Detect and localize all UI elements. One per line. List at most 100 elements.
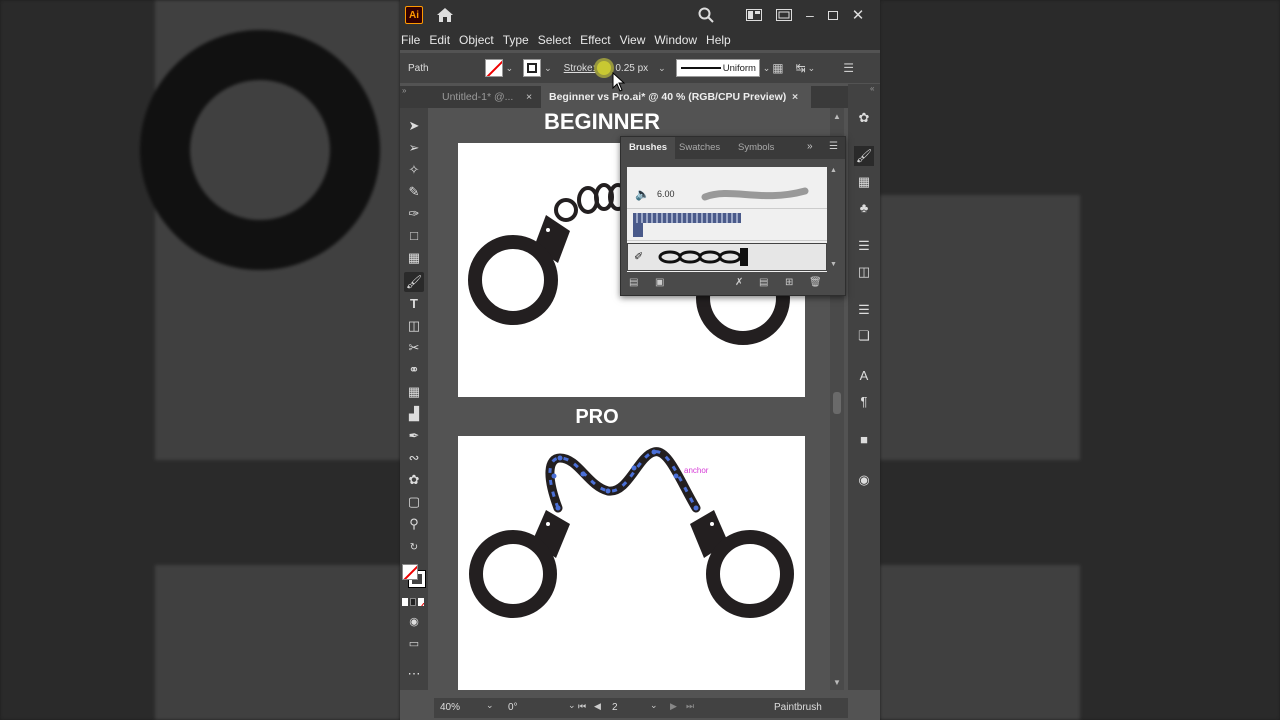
scroll-up-icon[interactable]: ▲: [833, 112, 841, 121]
stroke-weight-stepper[interactable]: [597, 61, 612, 75]
tab-swatches[interactable]: Swatches: [679, 137, 720, 159]
menu-view[interactable]: View: [620, 33, 646, 47]
character-panel-icon[interactable]: A: [854, 366, 874, 386]
fill-swatch[interactable]: [484, 59, 503, 77]
align-panel-icon[interactable]: ◫: [854, 262, 874, 282]
control-menu-icon[interactable]: ☰: [843, 61, 854, 75]
brush-list[interactable]: 🔈 6.00 ✐: [627, 167, 827, 272]
brush-item-chain-selected[interactable]: ✐: [627, 243, 827, 271]
chevron-down-icon[interactable]: ⌄: [544, 63, 552, 74]
blend-tool-icon[interactable]: ∾: [404, 448, 424, 468]
shape-builder-tool-icon[interactable]: ⚭: [404, 360, 424, 380]
draw-mode-icon[interactable]: ◉: [404, 612, 424, 632]
scissors-tool-icon[interactable]: ✂: [404, 338, 424, 358]
chevron-down-icon[interactable]: ⌄: [763, 63, 771, 74]
libraries-panel-icon[interactable]: ▣: [655, 277, 664, 288]
menu-file[interactable]: File: [401, 33, 420, 47]
layers-panel-icon[interactable]: ☰: [854, 300, 874, 320]
variable-width-profile[interactable]: Uniform: [675, 59, 760, 77]
scroll-up-icon[interactable]: ▲: [830, 167, 837, 174]
last-artboard-icon[interactable]: ⏭: [686, 701, 694, 712]
menu-effect[interactable]: Effect: [580, 33, 610, 47]
stroke-link[interactable]: Stroke:: [564, 63, 596, 74]
zoom-tool-icon[interactable]: ⚲: [404, 514, 424, 534]
close-icon[interactable]: ×: [526, 86, 532, 108]
fill-stroke-widget[interactable]: [402, 564, 426, 588]
curvature-tool-icon[interactable]: ✑: [404, 204, 424, 224]
new-brush-icon[interactable]: ⊞: [785, 277, 793, 288]
brush-item-pattern[interactable]: [627, 209, 827, 241]
slice-tool-icon[interactable]: ▢: [404, 492, 424, 512]
pen-tool-icon[interactable]: ✎: [404, 182, 424, 202]
close-icon[interactable]: ×: [792, 86, 798, 108]
artboards-panel-icon[interactable]: ❏: [854, 326, 874, 346]
rectangle-tool-icon[interactable]: □: [404, 226, 424, 246]
prev-artboard-icon[interactable]: ◀: [594, 701, 601, 712]
scale-tool-icon[interactable]: ◫: [404, 316, 424, 336]
brush-options-icon[interactable]: ▤: [759, 277, 768, 288]
type-tool-icon[interactable]: T: [404, 294, 424, 314]
collapse-panel-icon[interactable]: »: [402, 86, 406, 95]
stroke-swatch[interactable]: [523, 59, 542, 77]
menu-window[interactable]: Window: [654, 33, 697, 47]
tab-brushes[interactable]: Brushes: [621, 137, 676, 159]
panel-menu-icon[interactable]: ☰: [829, 141, 838, 152]
direct-selection-tool-icon[interactable]: ➢: [404, 138, 424, 158]
menu-help[interactable]: Help: [706, 33, 731, 47]
brushes-panel-icon[interactable]: 🖌: [854, 146, 874, 166]
eyedropper-tool-icon[interactable]: ✒: [404, 426, 424, 446]
menu-type[interactable]: Type: [503, 33, 529, 47]
swatches-panel-icon[interactable]: ▦: [854, 172, 874, 192]
search-icon[interactable]: [698, 7, 714, 23]
symbol-sprayer-tool-icon[interactable]: ✿: [404, 470, 424, 490]
paragraph-panel-icon[interactable]: ¶: [854, 392, 874, 412]
tab-symbols[interactable]: Symbols: [738, 137, 774, 159]
remove-brush-stroke-icon[interactable]: ✗: [735, 277, 743, 288]
screen-mode-icon[interactable]: [776, 9, 792, 21]
scroll-down-icon[interactable]: ▼: [830, 261, 837, 268]
swap-fill-stroke-icon[interactable]: ↻: [404, 538, 424, 558]
menu-select[interactable]: Select: [538, 33, 571, 47]
next-artboard-icon[interactable]: ▶: [670, 701, 677, 712]
chevron-down-icon[interactable]: ⌄: [506, 63, 514, 74]
tab-beginner-vs-pro[interactable]: Beginner vs Pro.ai* @ 40 % (RGB/CPU Prev…: [541, 86, 811, 108]
chevron-down-icon[interactable]: ⌄: [568, 700, 576, 711]
home-icon[interactable]: [436, 7, 454, 23]
artboard-number[interactable]: 2: [612, 702, 618, 713]
brush-list-scrollbar[interactable]: ▲ ▼: [829, 167, 839, 272]
minimize-icon[interactable]: –: [806, 7, 814, 23]
tab-untitled[interactable]: Untitled-1* @... ×: [434, 86, 538, 108]
scroll-down-icon[interactable]: ▼: [833, 678, 841, 687]
chevron-down-icon[interactable]: ⌄: [808, 63, 816, 74]
rotation-value[interactable]: 0°: [508, 702, 518, 713]
appearance-icon[interactable]: ✿: [854, 108, 874, 128]
transparency-panel-icon[interactable]: ◉: [854, 470, 874, 490]
brush-item-calligraphic[interactable]: 🔈 6.00: [627, 181, 827, 209]
first-artboard-icon[interactable]: ⏮: [578, 701, 586, 712]
magic-wand-tool-icon[interactable]: ✧: [404, 160, 424, 180]
arrange-documents-icon[interactable]: [746, 9, 762, 21]
chevron-down-icon[interactable]: ⌄: [650, 700, 658, 711]
change-screen-mode-icon[interactable]: ▭: [404, 634, 424, 654]
expand-icon[interactable]: »: [807, 141, 813, 152]
collapse-dock-icon[interactable]: «: [870, 84, 874, 93]
artboard-pro[interactable]: anchor: [458, 436, 805, 690]
properties-icon[interactable]: ☰: [854, 236, 874, 256]
chevron-down-icon[interactable]: ⌄: [486, 700, 494, 711]
transform-icon[interactable]: ↹: [796, 61, 806, 75]
color-modes[interactable]: [402, 598, 426, 608]
symbols-panel-icon[interactable]: ♣: [854, 198, 874, 218]
chevron-down-icon[interactable]: ⌄: [658, 63, 666, 74]
maximize-icon[interactable]: [827, 10, 838, 20]
more-tools-icon[interactable]: ⋯: [404, 664, 424, 684]
mesh-tool-icon[interactable]: ▦: [404, 382, 424, 402]
align-icon[interactable]: ▦: [772, 61, 783, 75]
zoom-level[interactable]: 40%: [440, 702, 460, 713]
paintbrush-tool-icon[interactable]: 🖌: [404, 272, 424, 292]
delete-brush-icon[interactable]: 🗑: [809, 277, 822, 288]
menu-edit[interactable]: Edit: [429, 33, 450, 47]
artboard-tool-icon[interactable]: ▦: [404, 248, 424, 268]
brush-libraries-icon[interactable]: ▤: [629, 277, 638, 288]
close-icon[interactable]: ✕: [852, 6, 865, 24]
gradient-panel-icon[interactable]: ■: [854, 430, 874, 450]
